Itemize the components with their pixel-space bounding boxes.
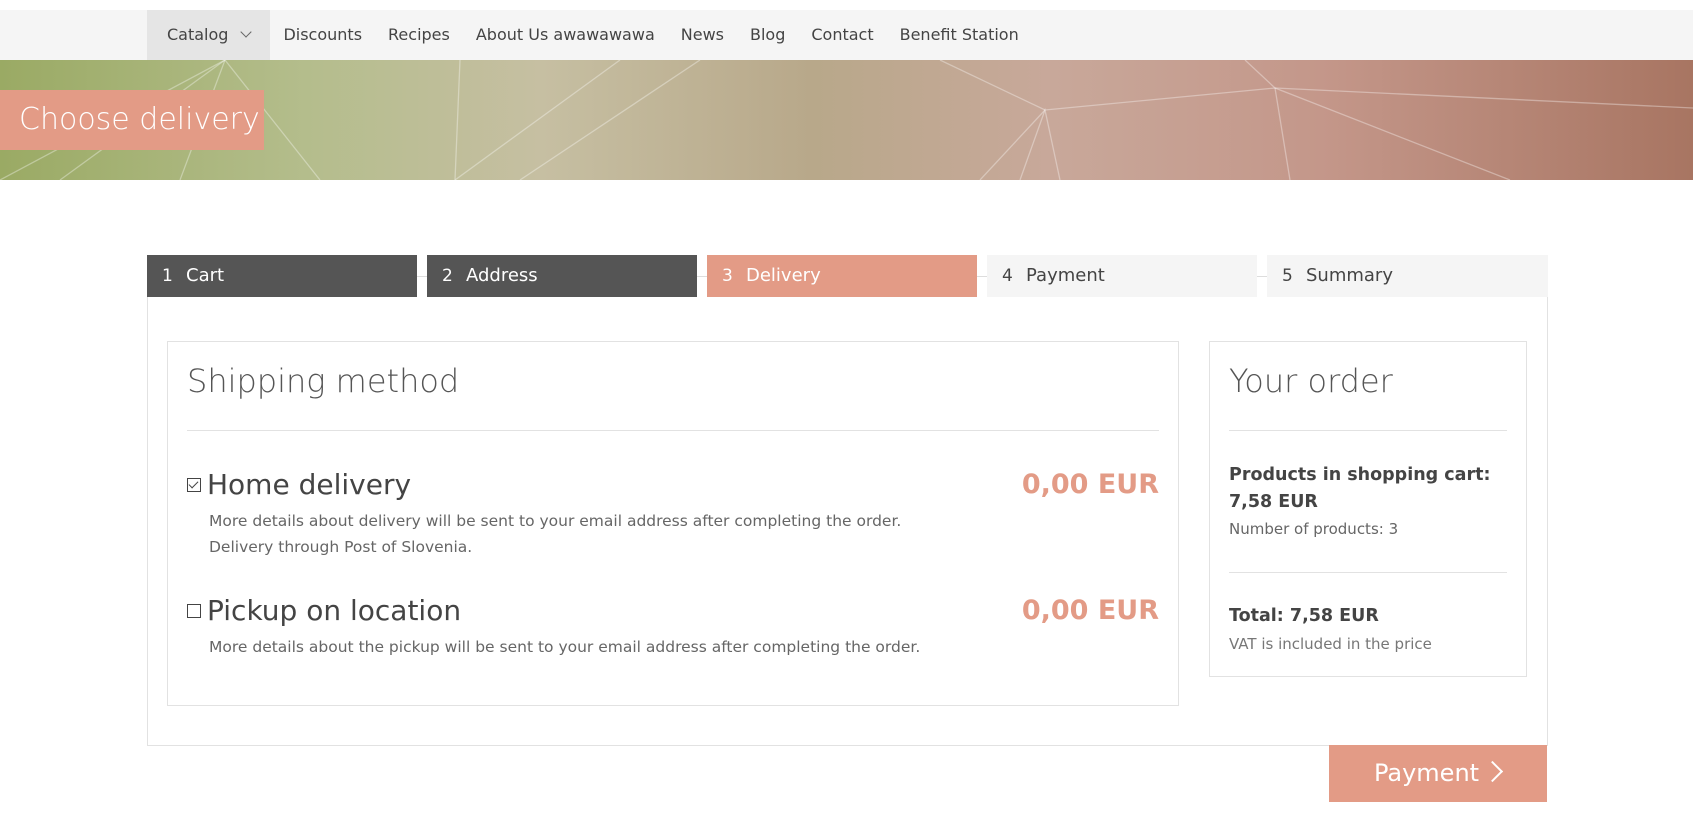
nav-menu: Catalog Discounts Recipes About Us awawa… [147, 10, 1032, 60]
order-total: Total: 7,58 EUR [1229, 606, 1379, 626]
vat-note: VAT is included in the price [1229, 635, 1432, 653]
nav-item-about-us[interactable]: About Us awawawawa [463, 10, 668, 60]
payment-button-label: Payment [1374, 759, 1480, 787]
option-name: Pickup on location [207, 594, 462, 627]
pickup-checkbox[interactable] [187, 604, 201, 618]
nav-item-benefit-station[interactable]: Benefit Station [887, 10, 1032, 60]
shipping-method-panel: Shipping method Home delivery 0,00 EUR M… [167, 341, 1179, 706]
step-number: 2 [442, 266, 453, 286]
step-connector [1257, 276, 1267, 277]
option-description-line: Delivery through Post of Slovenia. [209, 538, 473, 556]
step-label: Cart [186, 265, 225, 286]
nav-item-blog[interactable]: Blog [737, 10, 798, 60]
step-cart[interactable]: 1 Cart [147, 255, 417, 297]
payment-button[interactable]: Payment [1329, 745, 1547, 802]
shipping-method-title: Shipping method [187, 362, 460, 400]
step-number: 4 [1002, 266, 1013, 286]
checkout-steps: 1 Cart 2 Address 3 Delivery 4 Payment 5 Summa… [147, 255, 1548, 297]
step-label: Delivery [746, 265, 821, 286]
step-connector [977, 276, 987, 277]
option-description: More details about delivery will be sent… [209, 508, 901, 560]
nav-item-recipes[interactable]: Recipes [375, 10, 463, 60]
order-summary-title: Your order [1229, 362, 1393, 400]
option-price: 0,00 EUR [1021, 595, 1159, 626]
option-description-line: More details about delivery will be sent… [209, 512, 902, 530]
page-title: Choose delivery [0, 90, 264, 150]
step-connector [417, 276, 427, 277]
step-number: 1 [162, 266, 173, 286]
divider [1229, 572, 1507, 573]
order-summary-panel: Your order Products in shopping cart: 7,… [1209, 341, 1527, 677]
step-label: Address [466, 265, 538, 286]
divider [1229, 430, 1507, 431]
step-number: 3 [722, 266, 733, 286]
step-address[interactable]: 2 Address [427, 255, 697, 297]
option-description: More details about the pickup will be se… [209, 634, 920, 660]
option-price: 0,00 EUR [1021, 469, 1159, 500]
option-description-line: More details about the pickup will be se… [209, 638, 921, 656]
step-summary[interactable]: 5 Summary [1267, 255, 1548, 297]
chevron-right-icon [1481, 760, 1504, 783]
cart-products-total: Products in shopping cart: 7,58 EUR [1229, 465, 1491, 512]
nav-item-contact[interactable]: Contact [798, 10, 886, 60]
top-navigation: Catalog Discounts Recipes About Us awawa… [0, 10, 1693, 60]
nav-item-label: Catalog [167, 25, 229, 44]
step-label: Payment [1026, 265, 1105, 286]
step-connector [697, 276, 707, 277]
step-delivery[interactable]: 3 Delivery [707, 255, 977, 297]
nav-item-news[interactable]: News [668, 10, 737, 60]
home-delivery-checkbox[interactable] [187, 478, 201, 492]
step-payment[interactable]: 4 Payment [987, 255, 1257, 297]
option-name: Home delivery [207, 468, 412, 501]
hero-banner: Choose delivery [0, 60, 1693, 180]
nav-item-discounts[interactable]: Discounts [270, 10, 375, 60]
divider [187, 430, 1159, 431]
product-count: Number of products: 3 [1229, 520, 1399, 538]
nav-item-catalog[interactable]: Catalog [147, 10, 271, 60]
chevron-down-icon [240, 26, 253, 38]
step-label: Summary [1306, 265, 1393, 286]
step-number: 5 [1282, 266, 1293, 286]
